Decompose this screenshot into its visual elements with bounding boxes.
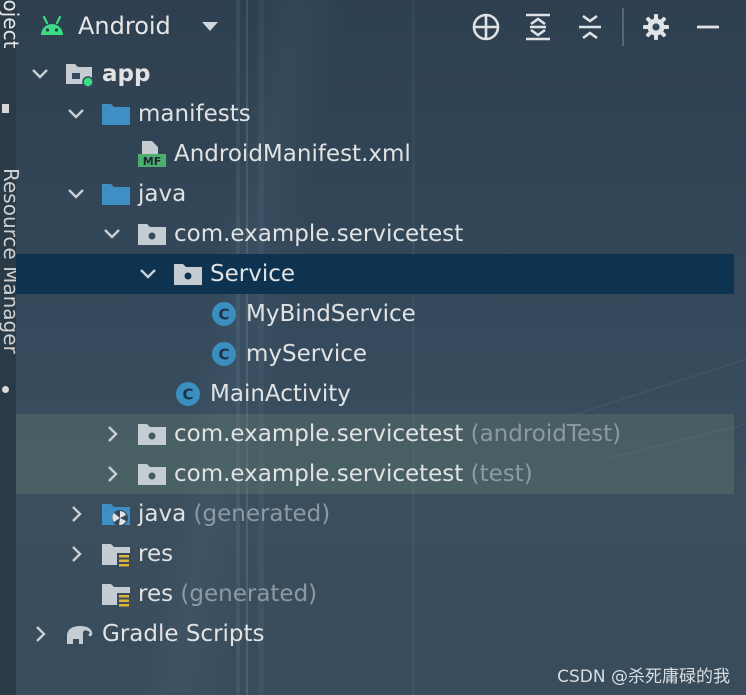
tree-row-service-folder[interactable]: Service <box>16 254 734 294</box>
tree-row-main-activity[interactable]: C MainActivity <box>16 374 734 414</box>
chevron-down-icon[interactable] <box>66 104 86 124</box>
chevron-down-icon[interactable] <box>30 64 50 84</box>
toolbar-separator <box>622 8 624 46</box>
folder-icon <box>102 104 130 125</box>
tree-row-res[interactable]: res <box>16 534 734 574</box>
class-icon: C <box>212 302 236 326</box>
package-name: com.example.servicetest <box>174 461 464 487</box>
class-badge-text: C <box>182 386 193 404</box>
module-folder-icon <box>66 64 94 88</box>
minimize-button[interactable] <box>691 10 725 44</box>
folder-name: java <box>138 501 187 527</box>
package-name: com.example.servicetest <box>174 421 464 447</box>
class-badge-text: C <box>218 346 229 364</box>
source-set-suffix: (test) <box>470 461 533 487</box>
tree-row-my-bind-service[interactable]: C MyBindService <box>16 294 734 334</box>
locate-icon <box>472 13 500 41</box>
tree-row-java-generated[interactable]: java (generated) <box>16 494 734 534</box>
locate-button[interactable] <box>469 10 503 44</box>
chevron-right-icon[interactable] <box>102 464 122 484</box>
tree-label: res <box>138 541 174 567</box>
expand-all-button[interactable] <box>521 10 555 44</box>
tree-label: java <box>138 181 187 207</box>
generated-source-folder-icon <box>102 504 130 526</box>
manifest-file-icon: MF <box>138 141 166 168</box>
chevron-right-icon[interactable] <box>66 544 86 564</box>
package-icon <box>138 424 166 445</box>
tree-label: MainActivity <box>210 381 351 407</box>
tree-row-package-android-test[interactable]: com.example.servicetest (androidTest) <box>16 414 734 454</box>
project-view-selector[interactable]: Android <box>38 6 219 46</box>
tree-row-gradle-scripts[interactable]: Gradle Scripts <box>16 614 734 654</box>
chevron-right-icon[interactable] <box>30 624 50 644</box>
resource-tab-marker-icon <box>2 386 9 393</box>
tree-label: java (generated) <box>138 500 330 528</box>
csdn-watermark: CSDN @杀死庸碌的我 <box>557 667 730 687</box>
gear-icon <box>643 14 669 40</box>
tree-row-java[interactable]: java <box>16 174 734 214</box>
collapse-all-icon <box>579 14 601 40</box>
resource-folder-icon <box>102 544 130 568</box>
side-tool-strip: Project Resource Manager <box>0 0 23 695</box>
source-set-suffix: (androidTest) <box>470 421 622 447</box>
collapse-all-button[interactable] <box>573 10 607 44</box>
chevron-down-icon[interactable] <box>102 224 122 244</box>
tree-label: com.example.servicetest <box>174 221 464 247</box>
class-badge-text: C <box>218 306 229 324</box>
project-tab-marker-icon <box>2 104 9 113</box>
tree-label: Gradle Scripts <box>102 621 265 647</box>
tree-row-my-service[interactable]: C myService <box>16 334 734 374</box>
android-icon <box>41 15 63 35</box>
manifest-badge-text: MF <box>143 155 161 168</box>
package-icon <box>174 264 202 285</box>
gradle-elephant-icon <box>67 626 93 644</box>
tree-row-res-generated[interactable]: res (generated) <box>16 574 734 614</box>
minimize-icon <box>697 25 719 29</box>
chevron-right-icon[interactable] <box>102 424 122 444</box>
tree-label: manifests <box>138 101 251 127</box>
tree-label: MyBindService <box>246 301 416 327</box>
tree-row-package-main[interactable]: com.example.servicetest <box>16 214 734 254</box>
settings-button[interactable] <box>639 10 673 44</box>
tree-label: myService <box>246 341 368 367</box>
tree-label: AndroidManifest.xml <box>174 141 411 167</box>
tree-row-android-manifest[interactable]: MF AndroidManifest.xml <box>16 134 734 174</box>
dropdown-caret-icon <box>201 22 218 31</box>
tree-row-app[interactable]: app <box>16 54 734 94</box>
chevron-down-icon[interactable] <box>138 264 158 284</box>
tree-row-package-test[interactable]: com.example.servicetest (test) <box>16 454 734 494</box>
project-toolbar: Android <box>16 0 746 54</box>
tree-label: app <box>102 61 151 87</box>
tree-row-manifests[interactable]: manifests <box>16 94 734 134</box>
chevron-right-icon[interactable] <box>66 504 86 524</box>
tree-label: Service <box>210 261 296 287</box>
project-tool-window: Project Resource Manager Android app man… <box>0 0 746 695</box>
tree-label: res (generated) <box>138 580 317 608</box>
source-folder-icon <box>102 184 130 205</box>
class-icon: C <box>212 342 236 366</box>
class-icon: C <box>176 382 200 406</box>
generated-suffix: (generated) <box>193 501 331 527</box>
folder-name: res <box>138 581 174 607</box>
tree-label: com.example.servicetest (test) <box>174 460 533 488</box>
tree-label: com.example.servicetest (androidTest) <box>174 420 621 448</box>
package-icon <box>138 464 166 485</box>
chevron-down-icon[interactable] <box>66 184 86 204</box>
resource-folder-icon <box>102 584 130 608</box>
generated-suffix: (generated) <box>180 581 318 607</box>
expand-all-icon <box>526 13 550 41</box>
view-selector-label: Android <box>78 12 171 40</box>
package-icon <box>138 224 166 245</box>
